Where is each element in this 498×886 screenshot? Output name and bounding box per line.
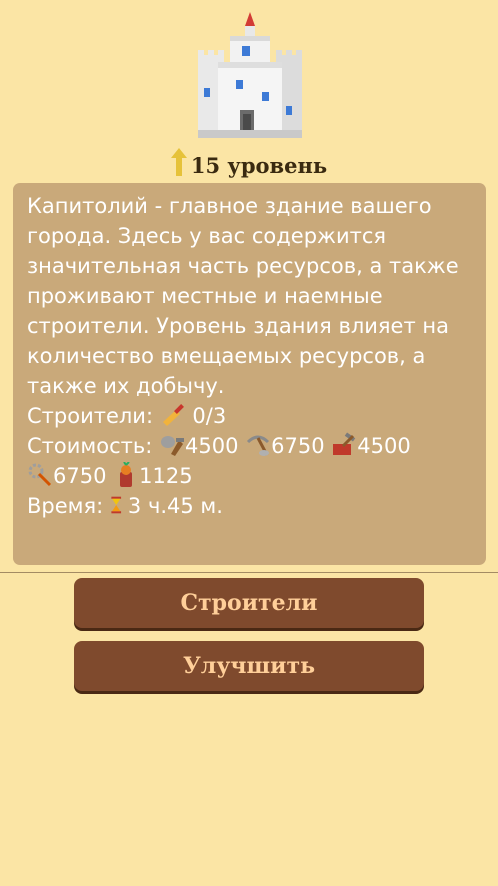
cost-label: Стоимость: [27,434,153,458]
hourglass-icon [111,496,121,514]
cost-stone-value: 4500 [185,434,239,458]
builders-label: Строители: [27,404,154,428]
level-indicator: 15 уровень [0,148,498,178]
time-label: Время: [27,494,104,518]
cost-row: Стоимость: 4500 6750 4500 [27,431,486,461]
pickaxe-icon [247,435,270,456]
cost-ore-value: 6750 [271,434,325,458]
building-description: Капитолий - главное здание вашего города… [27,194,459,398]
cost-food-value: 1125 [139,464,193,488]
cost-gear-value: 6750 [53,464,107,488]
level-label: 15 уровень [190,153,328,178]
stone-icon [161,436,185,456]
gear-tool-icon [28,463,52,487]
cost-row-2: 6750 1125 [27,461,486,491]
builders-value: 0/3 [192,404,227,428]
food-icon [120,462,133,487]
trowel-icon [162,404,184,426]
builders-row: Строители: 0/3 [27,401,486,431]
upgrade-button[interactable]: Улучшить [74,641,424,691]
time-value: 3 ч.45 м. [127,494,223,518]
time-row: Время: 3 ч.45 м. [27,491,486,521]
builders-button[interactable]: Строители [74,578,424,628]
brick-icon [333,432,356,455]
castle-icon [198,12,302,138]
info-panel: Капитолий - главное здание вашего города… [13,183,486,565]
up-arrow-icon [170,148,187,176]
cost-brick-value: 4500 [357,434,411,458]
divider [0,572,498,573]
